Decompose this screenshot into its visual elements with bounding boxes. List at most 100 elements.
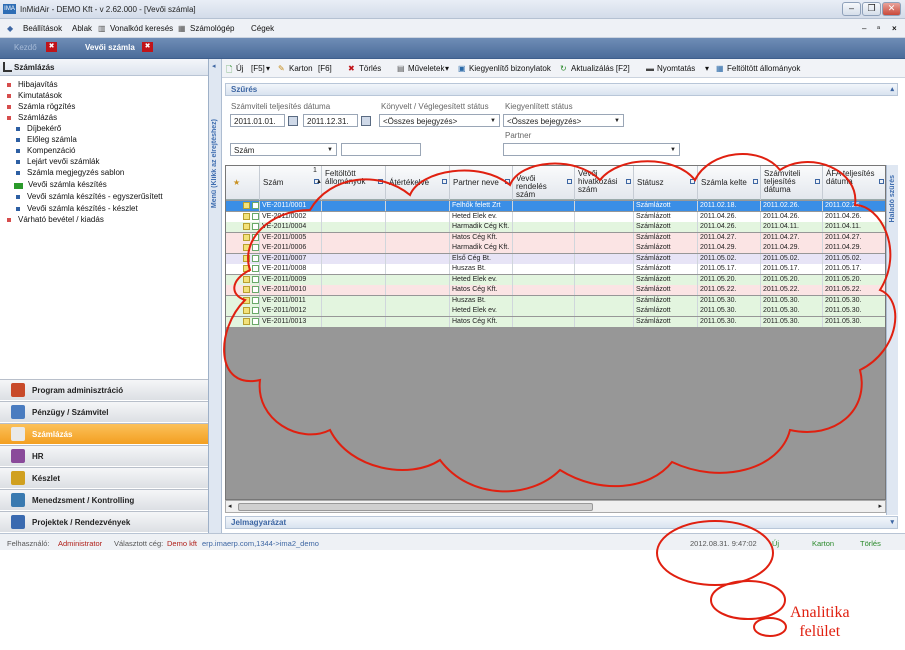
filter-icon[interactable] bbox=[626, 179, 631, 184]
menu-toggle-strip[interactable]: ◂ Menü (Klikk az elrejtéshez) bbox=[209, 59, 222, 533]
operations-button[interactable]: Műveletek bbox=[408, 64, 444, 73]
filter-icon[interactable] bbox=[442, 179, 447, 184]
column-header[interactable]: Átértékelve bbox=[386, 166, 450, 200]
column-header[interactable]: Státusz bbox=[634, 166, 698, 200]
nav-module-button[interactable]: Számlázás bbox=[0, 423, 208, 444]
filter-icon[interactable] bbox=[567, 179, 572, 184]
status-karton-button[interactable]: Karton bbox=[812, 539, 834, 548]
column-header[interactable]: Számviteli teljesítés dátuma bbox=[761, 166, 823, 200]
tree-item[interactable]: Kimutatások bbox=[18, 91, 62, 100]
tree-item[interactable]: Számla rögzítés bbox=[18, 102, 75, 111]
calendar-icon[interactable] bbox=[361, 116, 371, 126]
table-row[interactable]: VE-2011/0001 Felhők felett Zrt Számlázott 2… bbox=[226, 201, 885, 211]
menu-barcode-search[interactable]: Vonalkód keresés bbox=[110, 24, 173, 33]
collapse-icon[interactable]: ◂ bbox=[212, 62, 216, 70]
tree-item[interactable]: Lejárt vevői számlák bbox=[27, 157, 99, 166]
settled-status-select[interactable]: <Összes bejegyzés> ▼ bbox=[503, 114, 624, 127]
filter-icon[interactable] bbox=[753, 179, 758, 184]
date-to-field[interactable]: 2011.12.31. bbox=[303, 114, 358, 127]
mdi-restore-button[interactable]: ᵃ bbox=[877, 24, 880, 33]
tree-item[interactable]: Hibajavítás bbox=[18, 80, 58, 89]
tree-item[interactable]: Vevői számla készítés - egyszerűsített bbox=[27, 192, 163, 201]
column-header[interactable]: Vevői hivatkozási szám bbox=[575, 166, 634, 200]
nav-module-button[interactable]: Pénzügy / Számvitel bbox=[0, 401, 208, 422]
status-delete-button[interactable]: Törlés bbox=[860, 539, 881, 548]
advanced-filter-strip[interactable]: Haladó szűrés bbox=[886, 165, 898, 515]
print-button[interactable]: Nyomtatás bbox=[657, 64, 695, 73]
tree-item[interactable]: Kompenzáció bbox=[27, 146, 75, 155]
checkbox-icon[interactable] bbox=[252, 307, 259, 314]
partner-select[interactable]: ▼ bbox=[503, 143, 680, 156]
menu-window[interactable]: Ablak bbox=[72, 24, 92, 33]
checkbox-icon[interactable] bbox=[252, 275, 259, 283]
status-new-button[interactable]: Új bbox=[772, 539, 779, 548]
menu-calculator[interactable]: Számológép bbox=[190, 24, 234, 33]
table-row[interactable]: VE-2011/0008 Huszas Bt. Számlázott 2011.05.… bbox=[226, 264, 885, 274]
settlement-docs-button[interactable]: Kiegyenlítő bizonylatok bbox=[469, 64, 551, 73]
refresh-button[interactable]: Aktualizálás [F2] bbox=[571, 64, 630, 73]
filter-panel-header[interactable]: Szűrés ▴ bbox=[225, 83, 898, 96]
checkbox-icon[interactable] bbox=[252, 233, 259, 241]
column-header[interactable]: Vevői rendelés szám bbox=[513, 166, 575, 200]
filter-icon[interactable] bbox=[690, 179, 695, 184]
uploaded-files-button[interactable]: Feltöltött állományok bbox=[727, 64, 800, 73]
filter-icon[interactable] bbox=[879, 179, 884, 184]
calendar-icon[interactable] bbox=[288, 116, 298, 126]
table-row[interactable]: VE-2011/0002 Heted Elek ev. Számlázott 2011… bbox=[226, 211, 885, 222]
checkbox-icon[interactable] bbox=[252, 244, 259, 251]
column-header[interactable]: Számla kelte bbox=[698, 166, 761, 200]
expand-down-icon[interactable]: ▾ bbox=[890, 518, 894, 526]
checkbox-icon[interactable] bbox=[252, 265, 259, 272]
minimize-button[interactable]: – bbox=[842, 2, 861, 16]
scroll-right-icon[interactable]: ▸ bbox=[878, 502, 882, 510]
mdi-minimize-button[interactable]: – bbox=[862, 24, 866, 33]
tree-item[interactable]: Számlázás bbox=[18, 113, 57, 122]
delete-button[interactable]: Törlés bbox=[359, 64, 381, 73]
filter-icon[interactable] bbox=[815, 179, 820, 184]
legend-bar[interactable]: Jelmagyarázat ▾ bbox=[225, 516, 898, 529]
print-dropdown-icon[interactable]: ▾ bbox=[705, 64, 709, 73]
nav-module-button[interactable]: Készlet bbox=[0, 467, 208, 488]
field-search-input[interactable] bbox=[341, 143, 421, 156]
new-dropdown-icon[interactable]: ▾ bbox=[266, 64, 270, 73]
scrollbar-thumb[interactable] bbox=[238, 503, 593, 511]
column-header[interactable]: ÁFA teljesítés dátuma bbox=[823, 166, 885, 200]
table-row[interactable]: VE-2011/0007 Első Cég Bt. Számlázott 2011.0… bbox=[226, 253, 885, 264]
tree-item[interactable]: Előleg számla bbox=[27, 135, 77, 144]
tree-item[interactable]: Vevői számla készítés bbox=[28, 180, 107, 189]
checkbox-icon[interactable] bbox=[252, 296, 259, 304]
menu-settings[interactable]: Beállítások bbox=[23, 24, 62, 33]
nav-module-button[interactable]: Menedzsment / Kontrolling bbox=[0, 489, 208, 510]
column-header[interactable]: Feltöltött állományok bbox=[322, 166, 386, 200]
checkbox-icon[interactable] bbox=[252, 286, 259, 293]
tab-home[interactable]: Kezdő bbox=[14, 43, 37, 52]
table-row[interactable]: VE-2011/0009 Heted Elek ev. Számlázott 2011… bbox=[226, 274, 885, 285]
tree-item[interactable]: Számla megjegyzés sablon bbox=[27, 168, 124, 177]
booked-status-select[interactable]: <Összes bejegyzés> ▼ bbox=[379, 114, 500, 127]
row-selector-header[interactable]: ★ bbox=[226, 166, 260, 200]
operations-dropdown-icon[interactable]: ▾ bbox=[445, 64, 449, 73]
scroll-left-icon[interactable]: ◂ bbox=[228, 502, 232, 510]
table-row[interactable]: VE-2011/0012 Heted Elek ev. Számlázott 2011… bbox=[226, 306, 885, 316]
table-row[interactable]: VE-2011/0011 Huszas Bt. Számlázott 2011.05.… bbox=[226, 295, 885, 306]
nav-module-button[interactable]: Projektek / Rendezvények bbox=[0, 511, 208, 532]
horizontal-scrollbar[interactable]: ◂ ▸ bbox=[225, 500, 886, 513]
maximize-button[interactable]: ❐ bbox=[862, 2, 881, 16]
close-button[interactable]: ✕ bbox=[882, 2, 901, 16]
nav-module-button[interactable]: Program adminisztráció bbox=[0, 379, 208, 400]
date-from-field[interactable]: 2011.01.01. bbox=[230, 114, 285, 127]
table-row[interactable]: VE-2011/0005 Hatos Cég Kft. Számlázott 2011… bbox=[226, 232, 885, 243]
field-select[interactable]: Szám ▼ bbox=[230, 143, 337, 156]
filter-icon[interactable] bbox=[505, 179, 510, 184]
checkbox-icon[interactable] bbox=[252, 223, 259, 230]
tab-home-close-icon[interactable]: ✖ bbox=[46, 42, 57, 52]
new-button[interactable]: Új bbox=[236, 64, 244, 73]
table-row[interactable]: VE-2011/0006 Harmadik Cég Kft. Számlázott 2… bbox=[226, 243, 885, 253]
checkbox-icon[interactable] bbox=[252, 254, 259, 262]
column-header[interactable]: Partner neve bbox=[450, 166, 513, 200]
table-row[interactable]: VE-2011/0013 Hatos Cég Kft. Számlázott 2011… bbox=[226, 316, 885, 327]
tab-invoice-close-icon[interactable]: ✖ bbox=[142, 42, 153, 52]
menu-companies[interactable]: Cégek bbox=[251, 24, 274, 33]
nav-module-button[interactable]: HR bbox=[0, 445, 208, 466]
tab-customer-invoice[interactable]: Vevői számla bbox=[85, 43, 135, 52]
